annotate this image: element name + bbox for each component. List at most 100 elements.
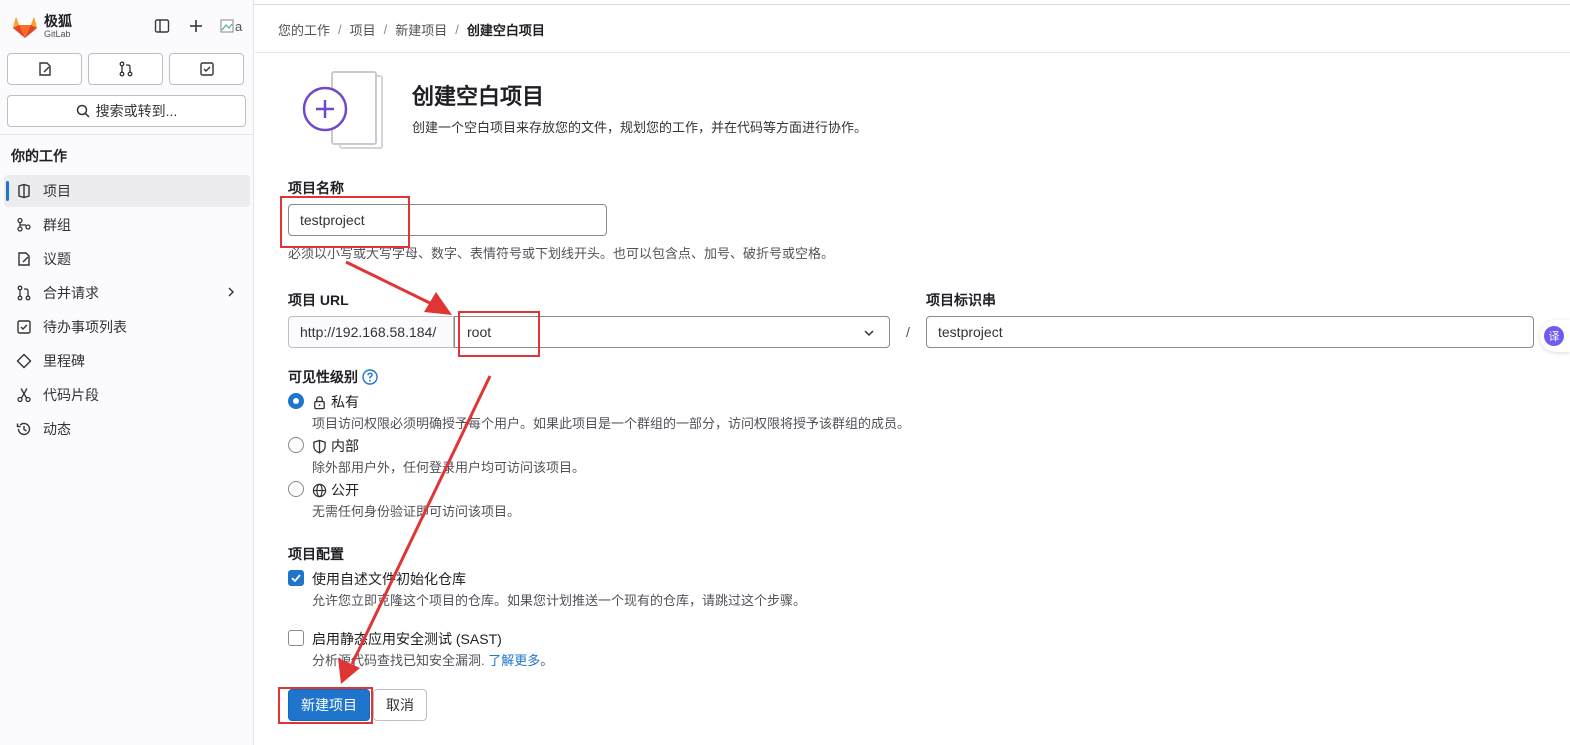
sast-help-text: 分析源代码查找已知安全漏洞. [312,653,485,668]
issues-shortcut-button[interactable] [7,53,82,85]
breadcrumb-divider [255,52,1570,53]
blank-project-illustration [302,71,383,149]
top-border [254,4,1570,5]
avatar[interactable]: a [220,19,242,34]
project-config-label: 项目配置 [288,546,344,562]
breadcrumb-separator: / [455,22,459,37]
issues-icon [38,62,51,76]
breadcrumb: 您的工作 / 项目 / 新建项目 / 创建空白项目 [278,20,545,39]
project-url-label: 项目 URL [288,292,349,308]
project-name-label: 项目名称 [288,180,344,196]
visibility-public-help: 无需任何身份验证即可访问该项目。 [312,504,521,519]
sast-help: 分析源代码查找已知安全漏洞. 了解更多。 [312,650,553,669]
readme-help: 允许您立即克隆这个项目的仓库。如果您计划推送一个现有的仓库，请跳过这个步骤。 [312,593,807,608]
sidebar-item-groups[interactable]: 群组 [4,209,250,241]
sidebar-item-label: 代码片段 [43,387,99,403]
sidebar-item-label: 群组 [43,217,71,233]
brand-name: 极狐 [44,13,72,29]
create-project-button[interactable]: 新建项目 [288,689,370,721]
chevron-right-icon [224,285,238,302]
check-icon [291,574,301,583]
sidebar-item-activity[interactable]: 动态 [4,413,250,445]
namespace-select[interactable]: root [454,316,890,348]
todo-icon [199,62,214,76]
breadcrumb-your-work[interactable]: 您的工作 [278,20,330,39]
sidebar-item-label: 动态 [43,421,71,437]
translate-icon: 译 [1544,326,1564,346]
search-button[interactable]: 搜索或转到... [7,95,246,127]
sast-help-suffix: 。 [540,653,554,668]
cancel-button[interactable]: 取消 [373,689,427,721]
project-slug-label: 项目标识串 [926,292,996,308]
question-circle-icon[interactable] [362,369,378,385]
sidebar-item-milestones[interactable]: 里程碑 [4,345,250,377]
readme-checkbox[interactable] [288,570,304,586]
milestone-icon [16,353,32,369]
visibility-public-radio[interactable] [288,481,304,497]
activity-icon [16,421,32,437]
visibility-internal-option[interactable]: 内部 [312,436,359,456]
visibility-label-row: 可见性级别 [288,367,378,387]
merge-requests-shortcut-button[interactable] [88,53,163,85]
shield-icon [313,439,326,454]
gitlab-fox-icon [13,16,37,38]
project-slug-input[interactable]: testproject [926,316,1534,348]
sidebar-item-label: 议题 [43,251,71,267]
visibility-internal-radio[interactable] [288,437,304,453]
breadcrumb-separator: / [338,22,342,37]
breadcrumb-separator: / [383,22,388,37]
avatar-alt-text: a [235,18,243,34]
lock-icon [314,395,325,409]
visibility-label: 可见性级别 [288,369,358,385]
learn-more-link[interactable]: 了解更多 [488,653,540,668]
sast-label[interactable]: 启用静态应用安全测试 (SAST) [312,629,502,649]
visibility-public-label: 公开 [331,482,359,498]
sidebar-item-label: 合并请求 [43,285,99,301]
brand-logo[interactable]: 极狐 GitLab [12,14,72,39]
todos-shortcut-button[interactable] [169,53,244,85]
project-url-prefix: http://192.168.58.184/ [288,316,454,348]
sidebar-toggle-icon[interactable] [152,16,172,36]
visibility-private-radio[interactable] [288,393,304,409]
search-icon [76,104,90,118]
sidebar-item-issues[interactable]: 议题 [4,243,250,275]
chevron-down-icon [863,326,875,342]
todo-icon [16,319,32,335]
page-description: 创建一个空白项目来存放您的文件，规划您的工作，并在代码等方面进行协作。 [412,120,868,135]
visibility-private-help: 项目访问权限必须明确授予每个用户。如果此项目是一个群组的一部分，访问权限将授予该… [312,416,911,431]
brand-subtitle: GitLab [44,29,71,39]
sidebar: 极狐 GitLab a 搜索或转到... 你的工作 项目 群组 议题 合并请求 … [0,0,254,745]
project-icon [16,183,32,199]
breadcrumb-current[interactable]: 创建空白项目 [467,20,545,39]
merge-request-icon [16,285,32,301]
sidebar-item-label: 项目 [43,183,71,199]
project-name-help: 必须以小写或大写字母、数字、表情符号或下划线开头。也可以包含点、加号、破折号或空… [288,246,835,261]
visibility-private-option[interactable]: 私有 [312,392,359,412]
visibility-internal-help: 除外部用户外，任何登录用户均可访问该项目。 [312,460,586,475]
sidebar-item-todos[interactable]: 待办事项列表 [4,311,250,343]
sidebar-item-projects[interactable]: 项目 [4,175,250,207]
sidebar-divider [0,134,253,135]
readme-label[interactable]: 使用自述文件初始化仓库 [312,569,466,589]
sidebar-item-merge-requests[interactable]: 合并请求 [4,277,250,309]
search-label: 搜索或转到... [95,103,178,119]
visibility-public-option[interactable]: 公开 [312,480,359,500]
breadcrumb-projects[interactable]: 项目 [350,20,376,39]
sidebar-section-title: 你的工作 [11,148,67,164]
plus-icon[interactable] [186,16,206,36]
globe-icon [312,483,327,497]
sidebar-item-label: 待办事项列表 [43,319,127,335]
merge-request-icon [119,61,132,77]
sidebar-item-snippets[interactable]: 代码片段 [4,379,250,411]
breadcrumb-new-project[interactable]: 新建项目 [395,20,447,39]
sidebar-nav: 项目 群组 议题 合并请求 待办事项列表 里程碑 代码片段 动态 [4,175,250,447]
broken-image-icon [220,19,234,33]
project-name-input[interactable]: testproject [288,204,607,236]
sidebar-item-label: 里程碑 [43,353,85,369]
page-title: 创建空白项目 [412,84,545,109]
translate-button[interactable]: 译 [1540,320,1570,352]
namespace-value: root [467,324,492,340]
url-slash: / [906,324,910,340]
group-icon [16,217,32,233]
sast-checkbox[interactable] [288,630,304,646]
